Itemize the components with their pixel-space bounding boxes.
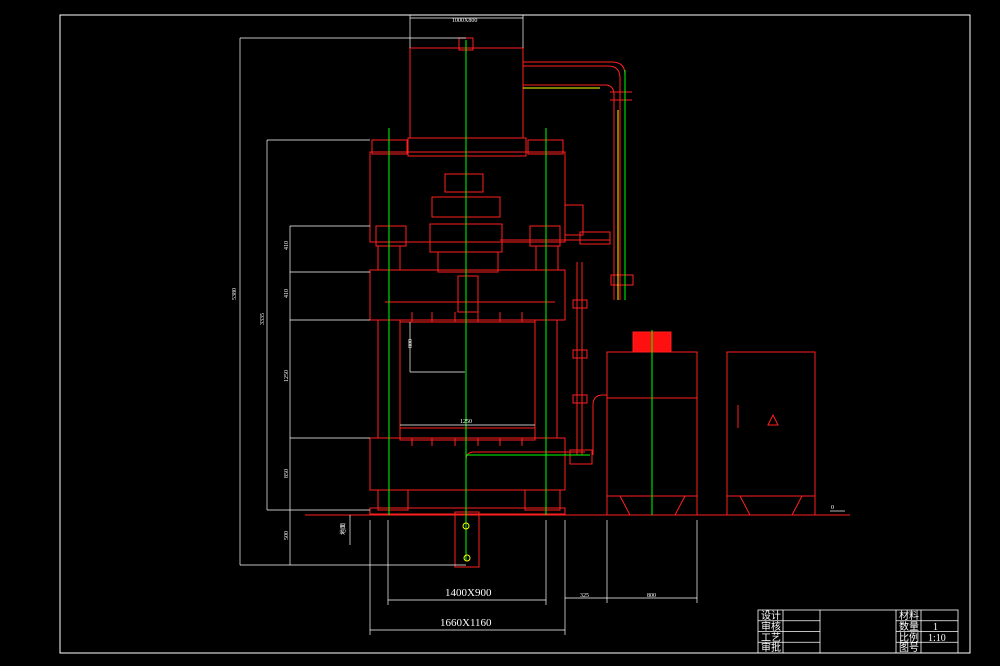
dim-table-width: 1250 xyxy=(460,419,472,425)
dimension-lines xyxy=(239,15,845,635)
dim-gap: 325 xyxy=(580,593,589,599)
centerlines xyxy=(388,40,653,560)
dim-tank-width: 800 xyxy=(647,593,656,599)
title-block xyxy=(757,609,959,654)
tb-design: 设计 xyxy=(761,609,781,622)
tb-quantity: 数量 xyxy=(899,620,919,633)
dim-top-width: 1000X800 xyxy=(452,18,477,24)
press-frame xyxy=(305,37,850,568)
dim-seg2: 410 xyxy=(284,289,290,298)
dim-daylight: 800 xyxy=(408,339,414,348)
dim-inner-bed: 1400X900 xyxy=(445,587,492,599)
dim-total-height: 5380 xyxy=(232,288,238,300)
bolt-marks xyxy=(411,312,523,446)
tb-review: 审核 xyxy=(761,620,781,633)
dim-seg3: 1250 xyxy=(284,370,290,382)
tb-approve: 审批 xyxy=(761,641,781,654)
floor-label: 地面 xyxy=(339,523,347,535)
tb-drawing-no: 图号 xyxy=(899,642,919,654)
dim-outer-bed: 1660X1160 xyxy=(440,617,492,629)
dim-floor-level: 0 xyxy=(831,505,834,511)
dim-frame-height: 3335 xyxy=(260,313,266,325)
dim-below-floor: 500 xyxy=(284,531,290,540)
dim-seg1: 410 xyxy=(284,241,290,250)
dim-seg4: 850 xyxy=(284,469,290,478)
cad-drawing: 1000X800 5380 3335 410 410 1250 850 500 … xyxy=(59,14,971,654)
tb-scale-value: 1:10 xyxy=(928,633,946,644)
drawing-border xyxy=(59,14,971,654)
tb-material: 材料 xyxy=(899,609,919,622)
tb-quantity-value: 1 xyxy=(933,622,938,633)
